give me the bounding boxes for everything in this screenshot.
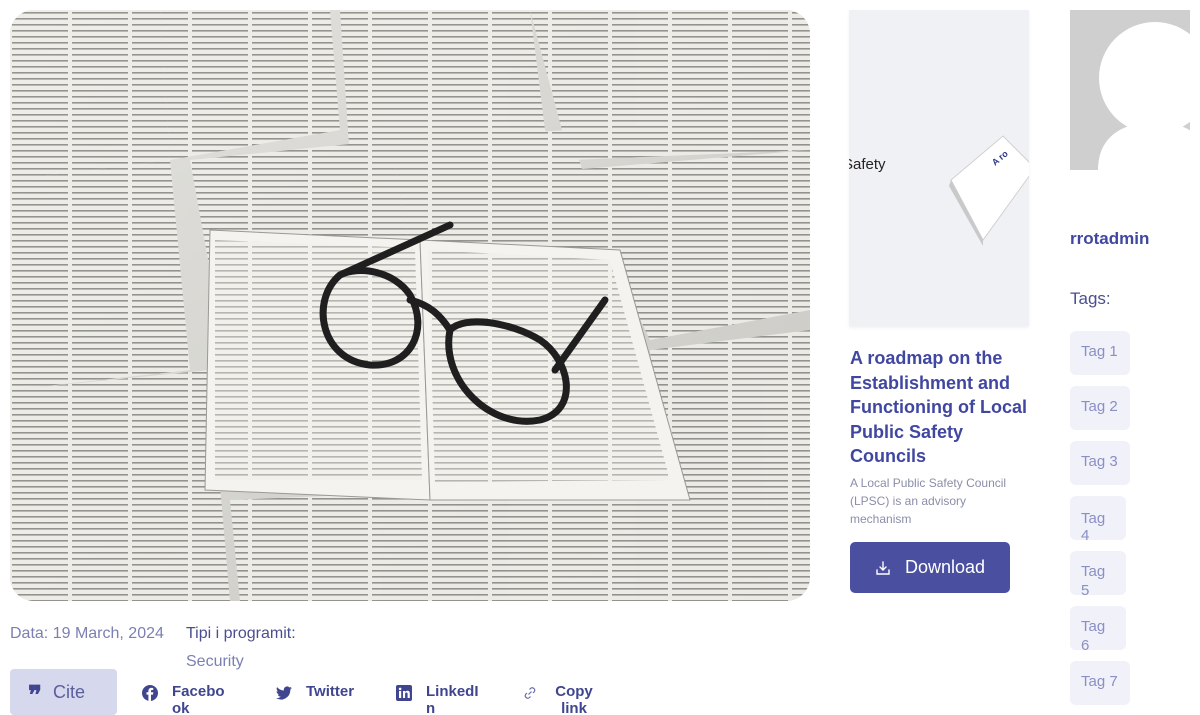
- tag-item[interactable]: Tag 6: [1070, 606, 1126, 654]
- download-icon: [876, 560, 890, 575]
- tags-heading: Tags:: [1070, 289, 1111, 308]
- tag-item[interactable]: Tag 5: [1070, 551, 1126, 599]
- facebook-label: Facebook: [172, 683, 225, 715]
- twitter-icon: [276, 686, 292, 700]
- tag-item[interactable]: Tag 3: [1070, 441, 1130, 485]
- article-date: Data: 19 March, 2024: [10, 625, 164, 643]
- article-hero-image: [10, 10, 810, 601]
- share-twitter[interactable]: Twitter: [276, 683, 364, 701]
- twitter-label: Twitter: [306, 683, 355, 700]
- copy-link-label: Copy link: [555, 683, 593, 715]
- tag-item[interactable]: Tag 1: [1070, 331, 1130, 375]
- user-silhouette-icon: [1070, 22, 1190, 170]
- cite-label: Cite: [53, 681, 86, 702]
- share-bar: ❞ Cite Facebook Twitter LinkedIn Copy li…: [10, 669, 630, 715]
- download-label: Download: [904, 557, 986, 577]
- thumbnail-text: Safety: [849, 156, 886, 173]
- share-linkedin[interactable]: LinkedIn: [396, 683, 484, 715]
- date-label: Data:: [10, 625, 49, 642]
- linkedin-label: LinkedIn: [426, 683, 479, 715]
- program-type-label: Tipi i programit:: [186, 625, 296, 642]
- download-button[interactable]: Download: [850, 542, 1010, 593]
- document-thumbnail[interactable]: Safety A ro: [849, 10, 1029, 326]
- share-facebook[interactable]: Facebook: [142, 683, 230, 715]
- facebook-icon: [142, 685, 158, 701]
- author-avatar: [1070, 10, 1190, 170]
- books-glasses-illustration: [10, 10, 810, 601]
- quote-icon: ❞: [28, 681, 42, 711]
- tag-item[interactable]: Tag 4: [1070, 496, 1126, 544]
- link-icon: [524, 687, 536, 699]
- author-name[interactable]: rrotadmin: [1070, 229, 1149, 249]
- document-description: A Local Public Safety Council (LPSC) is …: [850, 476, 1007, 526]
- date-value: 19 March, 2024: [52, 625, 164, 642]
- share-copy-link[interactable]: Copy link: [522, 683, 596, 715]
- tag-item[interactable]: Tag 2: [1070, 386, 1130, 430]
- linkedin-icon: [396, 685, 412, 701]
- tag-item[interactable]: Tag 7: [1070, 661, 1130, 705]
- document-title[interactable]: A roadmap on the Establishment and Funct…: [850, 346, 1028, 469]
- cite-button[interactable]: ❞ Cite: [10, 669, 117, 715]
- booklet-illustration: A ro: [949, 135, 1029, 246]
